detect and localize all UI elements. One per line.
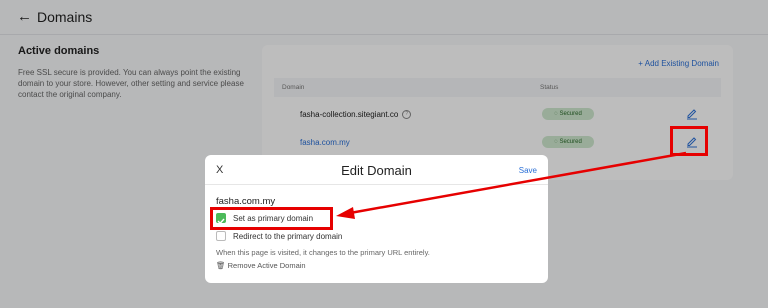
annotation-arrow — [336, 151, 687, 219]
